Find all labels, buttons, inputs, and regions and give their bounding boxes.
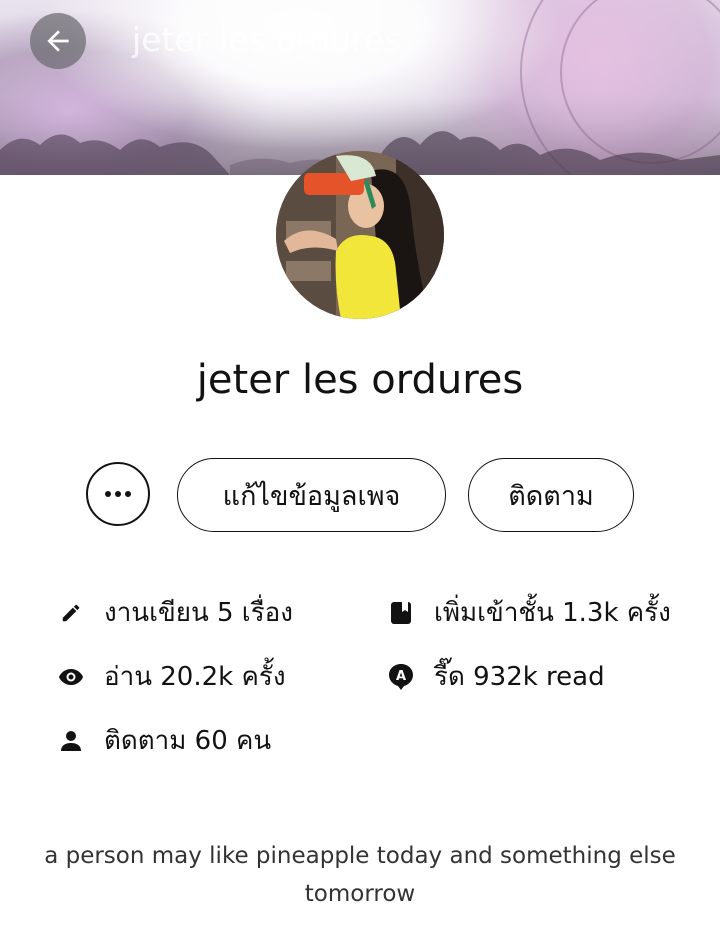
stat-added-text: เพิ่มเข้าชั้น 1.3k ครั้ง [434, 598, 671, 628]
book-icon [388, 600, 414, 626]
stat-works: งานเขียน 5 เรื่อง [58, 592, 293, 633]
arrow-left-icon [47, 30, 69, 52]
profile-bio: a person may like pineapple today and so… [44, 843, 676, 907]
profile-name: jeter les ordures [196, 357, 524, 403]
pencil-icon [58, 600, 84, 626]
avatar [276, 151, 444, 319]
more-horizontal-icon [105, 491, 131, 497]
stat-rid-text: รี๊ด 932k read [434, 662, 605, 692]
stat-followers: ติดตาม 60 คน [58, 720, 271, 761]
svg-text:A: A [396, 669, 406, 684]
stat-reads-text: อ่าน 20.2k ครั้ง [104, 662, 286, 692]
stat-works-text: งานเขียน 5 เรื่อง [104, 598, 293, 628]
edit-page-info-button[interactable]: แก้ไขข้อมูลเพจ [177, 458, 446, 532]
header-title: jeter les ordures [132, 20, 402, 59]
rid-badge-icon: A [388, 663, 414, 690]
cover-banner: jeter les ordures [0, 0, 720, 175]
stat-followers-text: ติดตาม 60 คน [104, 726, 272, 756]
avatar-image [276, 151, 444, 319]
profile-page: jeter les ordures jeter les ordures แก้ไ… [0, 0, 720, 939]
eye-icon [58, 664, 84, 690]
stat-reads: อ่าน 20.2k ครั้ง [58, 656, 286, 697]
stat-added-to-shelf: เพิ่มเข้าชั้น 1.3k ครั้ง [388, 592, 671, 633]
stat-rid: A รี๊ด 932k read [388, 656, 605, 697]
more-options-button[interactable] [86, 462, 150, 526]
person-icon [58, 728, 84, 754]
back-button[interactable] [30, 13, 86, 69]
follow-button[interactable]: ติดตาม [468, 458, 634, 532]
